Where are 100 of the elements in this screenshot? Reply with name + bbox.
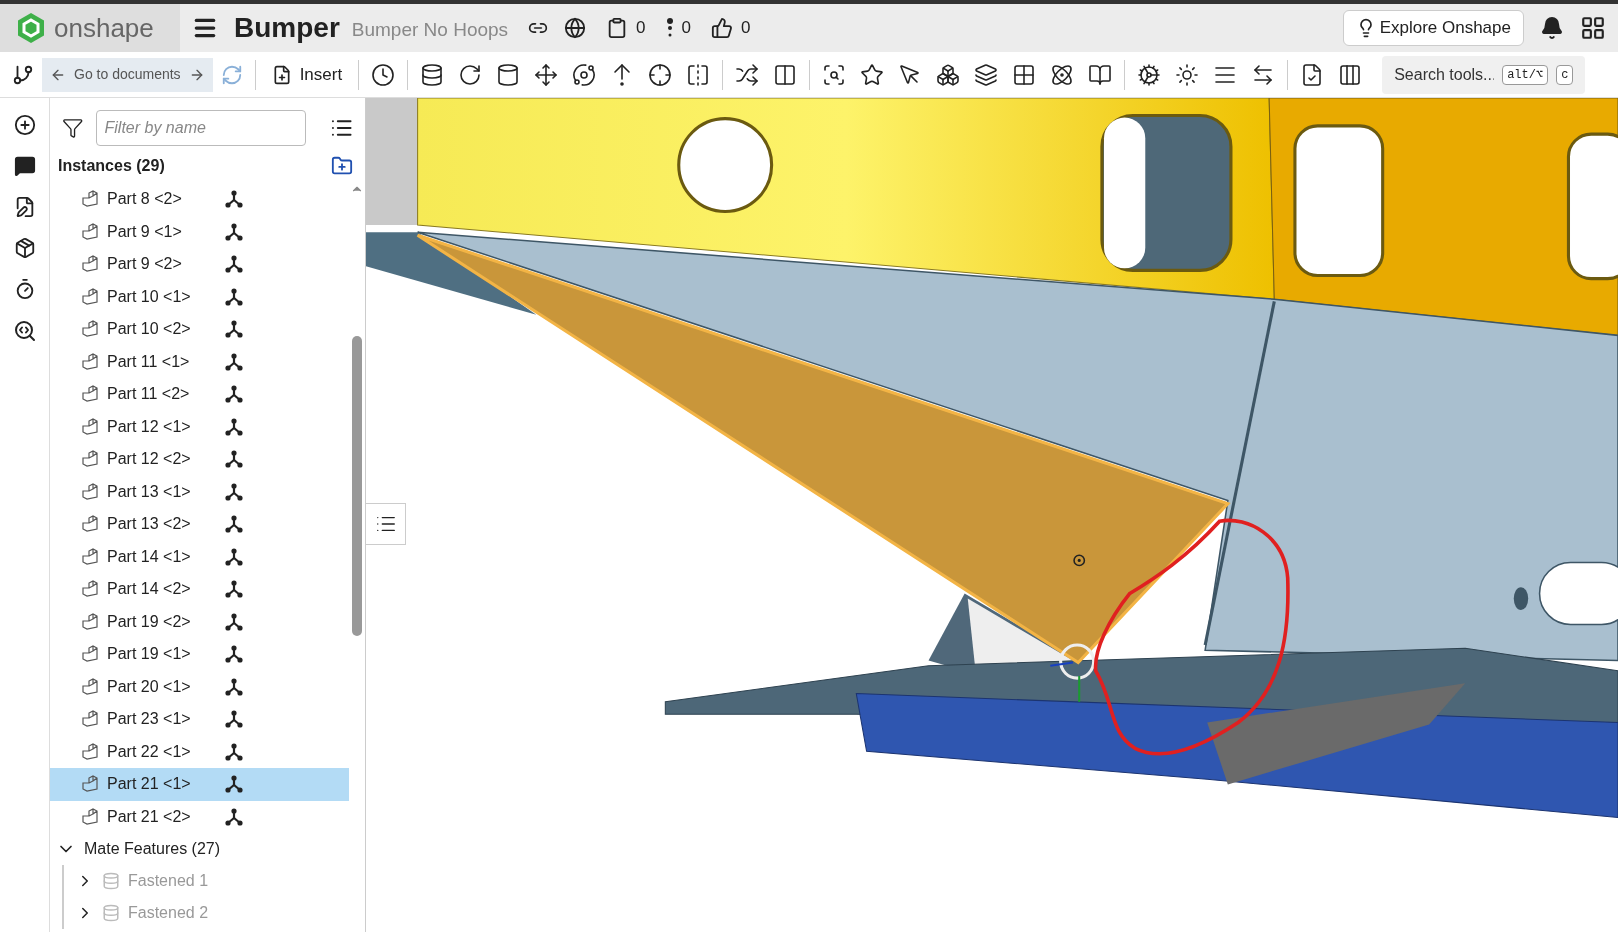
cylinder-icon[interactable] xyxy=(420,62,445,87)
instances-heading: Instances (29) xyxy=(58,156,166,176)
mate-features-row[interactable]: Mate Features (27) xyxy=(50,833,349,865)
instance-label: Part 8 <2> xyxy=(107,189,183,210)
search-icon[interactable] xyxy=(12,319,37,343)
folder-plus-icon[interactable] xyxy=(331,155,353,177)
triad-icon[interactable] xyxy=(225,710,243,729)
triad-icon[interactable] xyxy=(225,450,243,469)
feature-list-toggle[interactable] xyxy=(366,503,406,545)
instance-row[interactable]: Part 19 <1> xyxy=(50,638,349,671)
instance-row[interactable]: Part 21 <1> xyxy=(50,768,349,801)
instance-row[interactable]: Part 19 <2> xyxy=(50,605,349,638)
counter: 0 xyxy=(741,17,751,40)
instance-label: Part 13 <2> xyxy=(107,514,192,535)
part-icon xyxy=(81,352,99,371)
instance-label: Part 10 <1> xyxy=(107,286,192,307)
instance-row[interactable]: Part 9 <1> xyxy=(50,215,349,248)
triad-icon[interactable] xyxy=(225,742,243,761)
triad-icon[interactable] xyxy=(225,385,243,404)
bell-icon[interactable] xyxy=(1540,16,1564,40)
filter-icon[interactable] xyxy=(62,117,84,139)
instance-label: Part 9 <2> xyxy=(107,254,183,275)
instance-label: Part 13 <1> xyxy=(107,481,192,502)
triad-icon[interactable] xyxy=(225,612,243,631)
instance-row[interactable]: Part 14 <1> xyxy=(50,540,349,573)
instance-label: Part 9 <1> xyxy=(107,221,183,242)
triad-icon[interactable] xyxy=(225,287,243,306)
instance-row[interactable]: Part 23 <1> xyxy=(50,703,349,736)
explore-button[interactable]: Explore Onshape xyxy=(1342,10,1524,46)
triad-icon[interactable] xyxy=(225,775,243,794)
triad-icon[interactable] xyxy=(225,352,243,371)
instance-label: Part 21 <2> xyxy=(107,806,192,827)
bumper-model-drawing[interactable] xyxy=(366,98,1618,818)
triad-icon[interactable] xyxy=(225,417,243,436)
triad-icon[interactable] xyxy=(225,645,243,664)
hexagon-logo-icon xyxy=(16,12,46,44)
part-icon xyxy=(81,450,99,469)
part-icon xyxy=(81,775,99,794)
counter: 0 xyxy=(636,17,646,40)
instance-row[interactable]: Part 10 <2> xyxy=(50,313,349,346)
triad-icon[interactable] xyxy=(225,255,243,274)
instance-row[interactable]: Part 13 <1> xyxy=(50,475,349,508)
instance-row[interactable]: Part 12 <1> xyxy=(50,410,349,443)
triad-icon[interactable] xyxy=(225,547,243,566)
instance-row[interactable]: Part 13 <2> xyxy=(50,508,349,541)
part-icon xyxy=(81,287,99,306)
logo-wordmark: onshape xyxy=(54,11,154,45)
instance-row[interactable]: Part 20 <1> xyxy=(50,670,349,703)
filter-input[interactable]: Filter by name xyxy=(95,110,306,146)
triad-icon[interactable] xyxy=(225,677,243,696)
branch-icon[interactable] xyxy=(12,63,34,86)
triad-icon[interactable] xyxy=(225,482,243,501)
stack-icon[interactable] xyxy=(936,62,961,87)
part-icon xyxy=(81,807,99,826)
part-icon xyxy=(81,385,99,404)
part-icon xyxy=(81,710,99,729)
triad-icon[interactable] xyxy=(225,190,243,209)
triad-icon[interactable] xyxy=(225,515,243,534)
instance-label: Part 11 <2> xyxy=(107,384,191,405)
part-icon xyxy=(81,417,99,436)
apps-grid-icon[interactable] xyxy=(1580,15,1606,41)
mate-features-label: Mate Features (27) xyxy=(84,839,221,859)
globe-icon[interactable] xyxy=(564,17,587,39)
layers-icon[interactable] xyxy=(974,62,999,87)
triad-icon[interactable] xyxy=(225,222,243,241)
instance-row[interactable]: Part 14 <2> xyxy=(50,573,349,606)
insert-button[interactable]: Insert xyxy=(267,61,347,88)
part-icon xyxy=(81,190,99,209)
part-icon xyxy=(81,320,99,339)
instance-row[interactable]: Part 21 <2> xyxy=(50,800,349,833)
comment-icon[interactable] xyxy=(13,155,36,177)
triad-icon[interactable] xyxy=(225,580,243,599)
instance-row[interactable]: Part 12 <2> xyxy=(50,443,349,476)
thumbs-up-icon[interactable] xyxy=(711,17,734,39)
search-tools-field[interactable]: Search tools... alt/⌥ c xyxy=(1382,55,1586,94)
search-tools-input[interactable]: Search tools... xyxy=(1394,62,1495,87)
logo-area[interactable]: onshape xyxy=(0,4,180,52)
instance-row[interactable]: Part 11 <1> xyxy=(50,345,349,378)
shortcut-key: c xyxy=(1556,64,1574,85)
instance-row[interactable]: Part 11 <2> xyxy=(50,378,349,411)
instance-label: Part 12 <2> xyxy=(107,449,192,470)
grid-icon[interactable] xyxy=(1012,62,1037,87)
instance-label: Part 23 <1> xyxy=(107,709,192,730)
instance-row[interactable]: Part 10 <1> xyxy=(50,280,349,313)
instance-label: Part 21 <1> xyxy=(107,774,192,795)
book-icon[interactable] xyxy=(1088,62,1113,87)
columns-icon[interactable] xyxy=(1338,62,1363,87)
triad-icon[interactable] xyxy=(225,320,243,339)
triad-icon[interactable] xyxy=(225,807,243,826)
instance-row[interactable]: Part 9 <2> xyxy=(50,248,349,281)
document-title: Bumper xyxy=(234,11,340,45)
scrollbar-thumb[interactable] xyxy=(352,336,362,636)
instance-label: Part 19 <2> xyxy=(107,611,192,632)
instance-label: Part 14 <1> xyxy=(107,546,192,567)
mate-feature-label: Fastened 2 xyxy=(128,903,209,923)
instance-row[interactable]: Part 8 <2> xyxy=(50,183,349,216)
shortcut-key: alt/⌥ xyxy=(1502,64,1549,85)
instance-row[interactable]: Part 22 <1> xyxy=(50,735,349,768)
part-icon xyxy=(81,612,99,631)
vertical-dots-icon[interactable] xyxy=(665,17,674,39)
